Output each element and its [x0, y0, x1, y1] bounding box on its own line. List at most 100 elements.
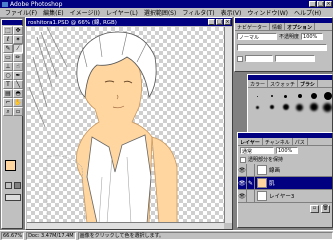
brush-6-icon[interactable] [321, 91, 333, 101]
tab-channels[interactable]: チャンネル [263, 138, 293, 145]
stamp-tool-icon[interactable]: ⊥ [3, 62, 13, 71]
layer-thumbnail [257, 178, 267, 188]
link-icon[interactable] [247, 189, 255, 203]
vertical-scrollbar[interactable] [224, 27, 232, 223]
tab-options[interactable]: オプション [285, 23, 316, 30]
type-tool-icon[interactable]: T [3, 80, 13, 89]
brush-3-icon[interactable] [279, 91, 292, 101]
menubar: ファイル(F) 編集(E) イメージ(I) レイヤー(L) 選択範囲(S) フィ… [0, 8, 333, 17]
menu-edit[interactable]: 編集(E) [40, 8, 66, 17]
foreground-color-swatch[interactable] [5, 160, 16, 171]
layer-row[interactable]: 👁 レイヤー3 [238, 189, 332, 203]
eraser-tool-icon[interactable]: ▭ [3, 53, 13, 62]
link-icon[interactable] [247, 163, 255, 177]
document-titlebar[interactable]: roshitora1.PSD @ 66% (線, RGB) _ □ × [26, 18, 232, 26]
document-window: roshitora1.PSD @ 66% (線, RGB) _ □ × [25, 17, 233, 230]
standard-mode-icon[interactable] [14, 182, 21, 189]
status-bar: 66.67% Doc: 3.47M/17.4M 画像をクリックして色を選択します… [0, 230, 333, 240]
lasso-tool-icon[interactable]: ℓ [3, 35, 13, 44]
brush-1-icon[interactable] [251, 91, 264, 101]
menu-help[interactable]: ヘルプ(H) [291, 8, 324, 17]
line-tool-icon[interactable]: ╲ [13, 80, 23, 89]
minimize-button[interactable]: _ [309, 1, 316, 7]
menu-layer[interactable]: レイヤー(L) [103, 8, 141, 17]
brushes-palette: カラー スウォッチ ブラシ [247, 74, 333, 134]
close-button[interactable]: × [325, 1, 332, 7]
doc-minimize-button[interactable]: _ [208, 19, 215, 25]
character-illustration [28, 27, 178, 223]
brush-12-icon[interactable] [321, 102, 333, 112]
horizontal-scrollbar[interactable] [27, 222, 224, 229]
eye-icon[interactable]: 👁 [238, 176, 247, 190]
tool-extra-icon[interactable]: ▫ [13, 107, 23, 116]
menu-view[interactable]: 表示(V) [218, 8, 245, 17]
image-canvas[interactable] [27, 27, 224, 223]
zoom-level[interactable]: 66.67% [1, 231, 25, 240]
tab-paths[interactable]: パス [293, 138, 308, 145]
fade-mode-select[interactable] [275, 55, 315, 62]
fade-field[interactable] [245, 55, 273, 62]
photoshop-window: Adobe Photoshop _ □ × ファイル(F) 編集(E) イメージ… [0, 0, 333, 240]
menu-image[interactable]: イメージ(I) [67, 8, 103, 17]
status-hint: 画像をクリックして色を選択します。 [77, 231, 333, 240]
doc-maximize-button[interactable]: □ [216, 19, 223, 25]
brush-options-field[interactable] [237, 44, 327, 51]
menu-select[interactable]: 選択範囲(S) [141, 8, 180, 17]
tab-brushes[interactable]: ブラシ [298, 80, 318, 87]
magic-wand-tool-icon[interactable]: ✶ [13, 35, 23, 44]
pencil-tool-icon[interactable]: ✏ [13, 53, 23, 62]
brush-7-icon[interactable] [251, 102, 264, 112]
tab-color[interactable]: カラー [248, 80, 269, 87]
brush-5-icon[interactable] [307, 91, 320, 101]
smudge-tool-icon[interactable]: ☝ [13, 62, 23, 71]
gradient-tool-icon[interactable]: ▤ [3, 89, 13, 98]
brush-9-icon[interactable] [279, 102, 292, 112]
hand-tool-icon[interactable]: ✋ [13, 98, 23, 107]
pen-tool-icon[interactable]: ✒ [13, 71, 23, 80]
brush-11-icon[interactable] [307, 102, 320, 112]
bucket-tool-icon[interactable]: ◓ [13, 89, 23, 98]
preserve-transparency-checkbox[interactable] [240, 156, 246, 163]
layer-thumbnail [257, 165, 267, 175]
fade-checkbox[interactable] [237, 55, 243, 62]
brush-4-icon[interactable] [293, 91, 306, 101]
app-titlebar: Adobe Photoshop _ □ × [0, 0, 333, 8]
move-tool-icon[interactable]: ✥ [13, 26, 23, 35]
eyedropper-tool-icon[interactable]: ⌐ [3, 98, 13, 107]
layer-opacity-field[interactable]: 100% [276, 147, 298, 154]
dodge-tool-icon[interactable]: ○ [3, 71, 13, 80]
menu-filter[interactable]: フィルタ(T) [179, 8, 217, 17]
tab-layers[interactable]: レイヤー [238, 138, 263, 145]
marquee-tool-icon[interactable]: ⬚ [3, 26, 13, 35]
airbrush-tool-icon[interactable]: ✎ [3, 44, 13, 53]
navigator-palette: ナビゲーター 情報 オプション ノーマル 不透明度 100% [234, 17, 333, 72]
eye-icon[interactable]: 👁 [238, 189, 247, 203]
blend-mode-select[interactable]: ノーマル [237, 33, 277, 41]
tab-swatches[interactable]: スウォッチ [268, 80, 299, 87]
screen-mode-icon[interactable] [5, 194, 21, 201]
brush-8-icon[interactable] [265, 102, 278, 112]
zoom-tool-icon[interactable]: ⌕ [3, 107, 13, 116]
menu-window[interactable]: ウィンドウ(W) [244, 8, 291, 17]
eye-icon[interactable]: 👁 [238, 163, 247, 177]
opacity-field[interactable]: 100% [301, 33, 324, 40]
maximize-button[interactable]: □ [317, 1, 324, 7]
paintbrush-tool-icon[interactable]: ⁄ [13, 44, 23, 53]
opacity-label: 不透明度 [279, 34, 300, 40]
quick-mask-icon[interactable] [5, 182, 12, 189]
layer-row-selected[interactable]: 👁 ✎ 肌 [238, 176, 332, 190]
tab-navigator[interactable]: ナビゲーター [235, 23, 271, 30]
brush-10-icon[interactable] [293, 102, 306, 112]
new-layer-button[interactable]: ▫ [310, 205, 319, 213]
brush-2-icon[interactable] [265, 91, 278, 101]
layer-row[interactable]: 👁 線画 [238, 163, 332, 177]
tab-info[interactable]: 情報 [270, 23, 286, 30]
paintbrush-icon: ✎ [247, 176, 255, 190]
delete-layer-button[interactable]: 🗑 [321, 205, 330, 213]
doc-close-button[interactable]: × [224, 19, 231, 25]
app-title: Adobe Photoshop [10, 0, 63, 8]
layer-blend-mode-select[interactable]: 通常 [240, 147, 274, 155]
layer-name: レイヤー3 [269, 194, 295, 200]
document-size[interactable]: Doc: 3.47M/17.4M [26, 231, 76, 240]
menu-file[interactable]: ファイル(F) [2, 8, 40, 17]
